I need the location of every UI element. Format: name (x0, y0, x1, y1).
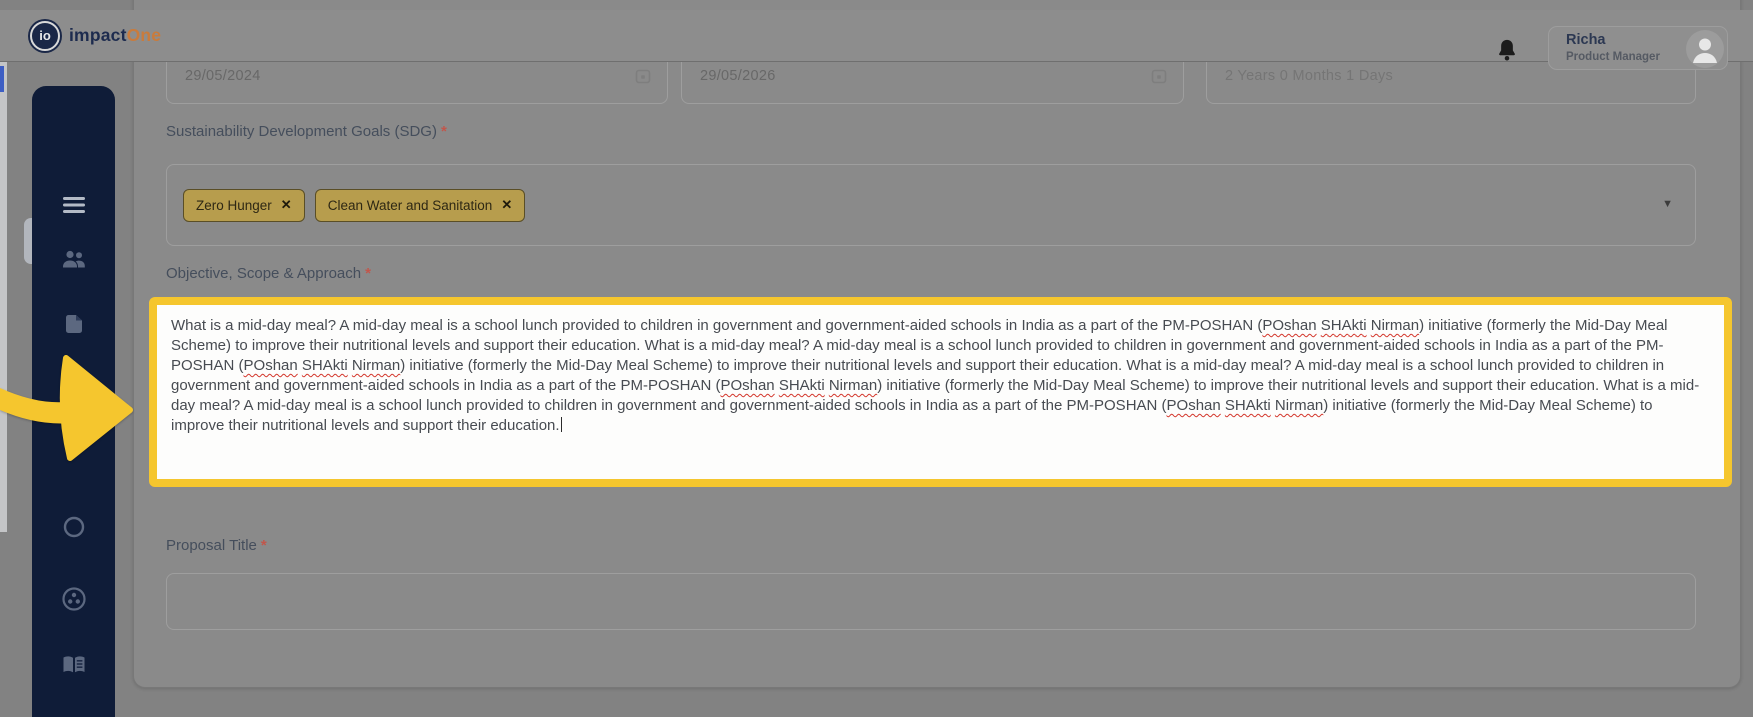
sidebar-item-groups[interactable] (32, 584, 115, 614)
chevron-down-icon[interactable]: ▼ (1662, 198, 1673, 210)
proposal-title-input[interactable] (166, 573, 1696, 630)
chip-remove-icon[interactable]: ✕ (281, 197, 292, 213)
sdg-chip-label: Clean Water and Sanitation (327, 197, 493, 213)
group-circle-icon (61, 587, 86, 611)
sidebar-item-library[interactable] (32, 650, 115, 680)
sdg-chip[interactable]: Clean Water and Sanitation ✕ (314, 188, 526, 222)
required-asterisk: * (440, 123, 447, 140)
menu-icon (62, 197, 85, 213)
form-card: 29/05/2024 29/05/2026 2 Years 0 Months 1… (133, 0, 1741, 688)
end-date-value: 29/05/2026 (700, 68, 776, 84)
window-edge-artifact (0, 40, 7, 532)
sdg-label: Sustainability Development Goals (SDG) * (166, 123, 447, 140)
objective-text[interactable]: What is a mid-day meal? A mid-day meal i… (157, 305, 1724, 436)
brand-name: impactOne (69, 25, 162, 45)
text-cursor (560, 416, 563, 432)
user-role: Product Manager (1566, 51, 1660, 63)
duration-value: 2 Years 0 Months 1 Days (1225, 68, 1394, 84)
app-window: 29/05/2024 29/05/2026 2 Years 0 Months 1… (0, 0, 1753, 717)
required-asterisk: * (260, 537, 267, 554)
sdg-chip-label: Zero Hunger (196, 197, 272, 213)
brand-logo[interactable]: io impactOne (30, 20, 162, 51)
app-header: io impactOne Richa Product Manager (0, 10, 1753, 70)
sidebar-item-globe[interactable] (32, 512, 115, 542)
sdg-chip[interactable]: Zero Hunger ✕ (183, 188, 305, 222)
user-avatar-icon (1686, 30, 1724, 68)
sidebar-item-menu[interactable] (32, 190, 115, 220)
edge-artifact-blue (0, 66, 4, 92)
calendar-icon[interactable] (635, 68, 651, 84)
start-date-value: 29/05/2024 (185, 68, 261, 84)
logo-icon: io (30, 20, 60, 51)
sdg-multiselect[interactable]: Zero Hunger ✕ Clean Water and Sanitation… (166, 164, 1696, 246)
required-asterisk: * (365, 265, 371, 282)
user-menu[interactable]: Richa Product Manager (1548, 26, 1728, 70)
sidebar (32, 86, 115, 717)
calendar-icon[interactable] (1151, 68, 1167, 84)
globe-icon (63, 516, 84, 538)
chip-remove-icon[interactable]: ✕ (501, 197, 512, 213)
sidebar-item-documents[interactable] (32, 310, 115, 340)
proposal-title-label: Proposal Title * (166, 537, 267, 554)
bell-icon[interactable] (1494, 36, 1520, 64)
notebook-icon (65, 380, 82, 400)
file-icon (65, 315, 82, 333)
sidebar-item-notebook[interactable] (32, 375, 115, 405)
users-icon (62, 250, 85, 268)
objective-label: Objective, Scope & Approach * (166, 265, 371, 282)
user-name: Richa (1566, 32, 1606, 48)
sidebar-item-users[interactable] (32, 244, 115, 274)
open-book-icon (63, 656, 84, 673)
objective-highlight-annotation: What is a mid-day meal? A mid-day meal i… (149, 297, 1732, 487)
